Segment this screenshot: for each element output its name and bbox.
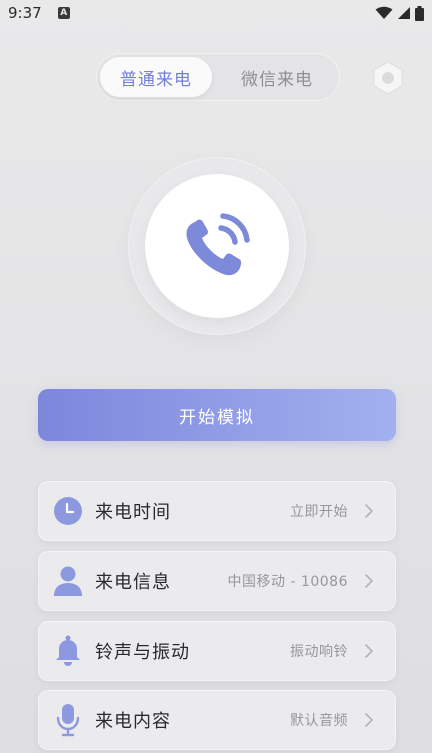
bell-icon	[52, 635, 84, 667]
setting-label: 铃声与振动	[95, 642, 190, 663]
battery-icon	[415, 5, 424, 21]
microphone-icon	[52, 704, 84, 737]
status-icons	[375, 5, 424, 21]
chevron-right-icon	[362, 644, 376, 658]
setting-label: 来电信息	[95, 572, 171, 593]
setting-value: 振动响铃	[290, 644, 348, 660]
person-icon	[52, 565, 84, 597]
tab-normal-call[interactable]: 普通来电	[100, 57, 212, 97]
chevron-right-icon	[362, 713, 376, 727]
phone-call-circle[interactable]	[145, 174, 289, 318]
call-type-tabs: 普通来电 微信来电	[96, 53, 340, 101]
setting-value: 立即开始	[290, 504, 348, 520]
chevron-right-icon	[362, 504, 376, 518]
signal-icon	[398, 7, 410, 19]
wifi-icon	[375, 6, 393, 19]
status-time: 9:37	[8, 4, 42, 22]
setting-call-time[interactable]: 来电时间 立即开始	[38, 481, 396, 541]
setting-ringtone-vibration[interactable]: 铃声与振动 振动响铃	[38, 621, 396, 681]
start-simulation-button[interactable]: 开始模拟	[38, 389, 396, 441]
setting-value: 默认音频	[290, 713, 348, 729]
setting-label: 来电时间	[95, 502, 171, 523]
chevron-right-icon	[362, 574, 376, 588]
setting-value: 中国移动 - 10086	[227, 574, 348, 590]
setting-label: 来电内容	[95, 711, 171, 732]
notification-icon: A	[57, 7, 70, 19]
hexagon-settings-icon	[373, 61, 403, 95]
settings-button[interactable]	[370, 60, 406, 96]
setting-caller-info[interactable]: 来电信息 中国移动 - 10086	[38, 551, 396, 611]
status-bar: 9:37 A	[0, 0, 432, 26]
clock-icon	[52, 495, 84, 527]
tab-wechat-call[interactable]: 微信来电	[218, 57, 336, 97]
phone-call-icon	[186, 213, 250, 276]
setting-call-content[interactable]: 来电内容 默认音频	[38, 690, 396, 750]
